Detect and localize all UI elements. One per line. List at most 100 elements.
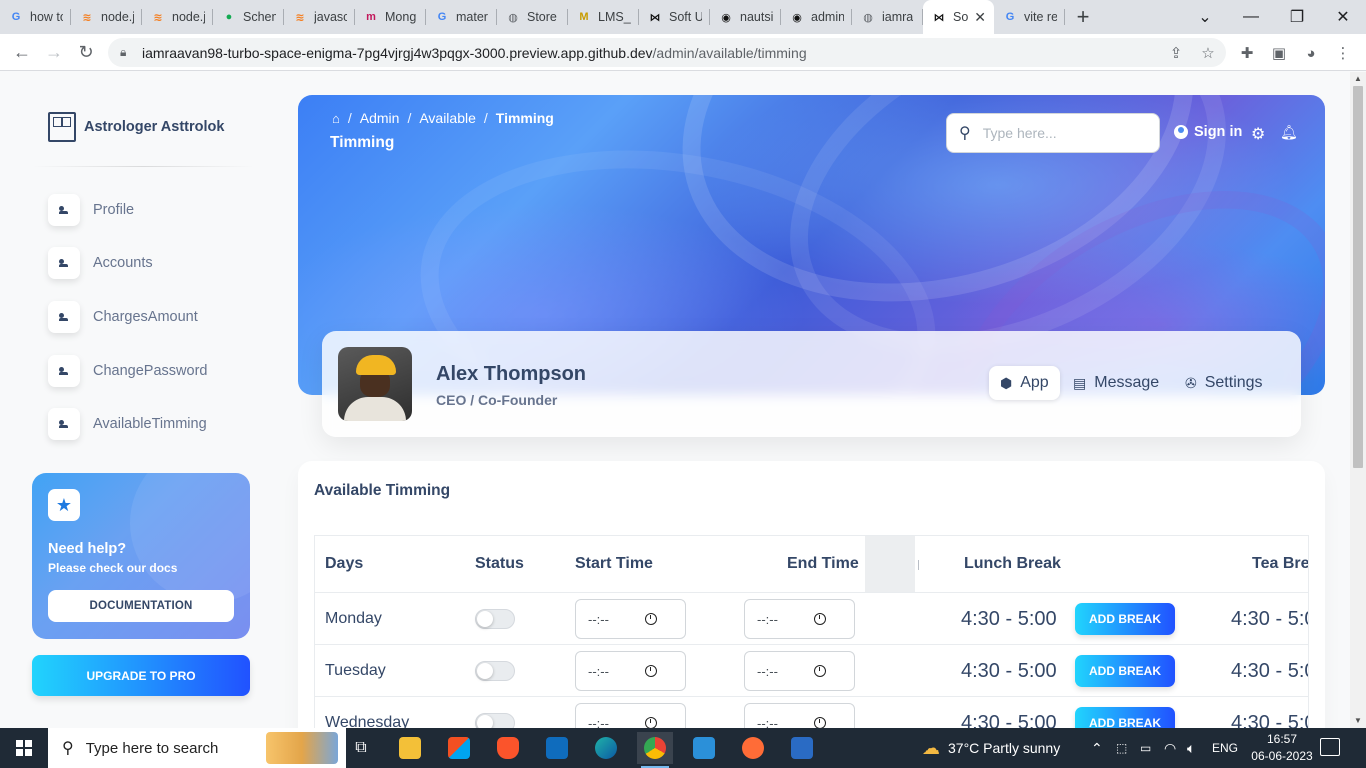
status-toggle[interactable] (475, 697, 515, 728)
sidebar-item-change-password[interactable]: ChangePassword (48, 355, 207, 387)
browser-tab[interactable]: Ghow to (0, 0, 71, 34)
help-title: Need help? (48, 541, 127, 557)
sign-in-link[interactable]: Sign in (1174, 124, 1242, 140)
new-tab-button[interactable]: + (1065, 0, 1101, 34)
close-window-button[interactable]: ✕ (1320, 0, 1366, 34)
sidebar-item-charges-amount[interactable]: ChargesAmount (48, 301, 198, 333)
status-toggle[interactable] (475, 593, 515, 645)
mail-icon[interactable] (539, 732, 575, 764)
clock-icon[interactable] (813, 717, 826, 728)
clock-icon[interactable] (813, 665, 826, 677)
forward-button[interactable]: → (38, 36, 70, 68)
taskbar-clock[interactable]: 16:57 06-06-2023 (1251, 731, 1313, 765)
breadcrumb-admin[interactable]: Admin (360, 110, 400, 126)
page-scrollbar[interactable]: ▲ ▼ (1350, 72, 1366, 728)
vscode-icon[interactable] (686, 732, 722, 764)
scroll-down-arrow-icon[interactable]: ▼ (1350, 714, 1366, 728)
clock-icon[interactable] (644, 717, 657, 728)
address-bar[interactable]: 🔒︎ iamraavan98-turbo-space-enigma-7pg4vj… (108, 38, 1226, 67)
browser-tab[interactable]: Gmater (426, 0, 497, 34)
end-time-input[interactable]: --:-- (744, 599, 855, 639)
browser-tab[interactable]: ◍ iamra (852, 0, 923, 34)
timming-card: Available Timming Days Status Start Time… (298, 461, 1325, 728)
menu-icon[interactable]: ⋮ (1330, 40, 1356, 66)
tab-settings[interactable]: ✇ Settings (1174, 366, 1274, 400)
profile-icon[interactable]: ◕ (1298, 40, 1324, 66)
reload-button[interactable]: ↻ (70, 36, 102, 68)
maximize-button[interactable]: ❐ (1274, 0, 1320, 34)
gear-icon[interactable]: ⚙ (1251, 124, 1265, 144)
postman-icon[interactable] (735, 732, 771, 764)
column-resize-handle[interactable] (918, 560, 919, 570)
search-input[interactable] (982, 125, 1143, 141)
end-time-input[interactable]: --:-- (744, 651, 855, 691)
browser-tab[interactable]: Gvite re (994, 0, 1065, 34)
browser-tab[interactable]: M LMS_ (568, 0, 639, 34)
bookmark-star-icon[interactable]: ☆ (1195, 40, 1221, 66)
search-box[interactable]: ⚲ (946, 113, 1160, 153)
notification-center-icon[interactable] (1320, 738, 1340, 756)
documentation-button[interactable]: DOCUMENTATION (48, 590, 234, 622)
clock-icon[interactable] (644, 613, 657, 625)
breadcrumb-available[interactable]: Available (419, 110, 476, 126)
photos-icon[interactable] (784, 732, 820, 764)
start-time-input[interactable]: --:-- (575, 703, 686, 728)
tab-message[interactable]: ▤ Message (1062, 366, 1170, 400)
brave-browser-icon[interactable] (490, 732, 526, 764)
browser-tab[interactable]: ◍ Store (497, 0, 568, 34)
medium-icon: m (366, 11, 376, 23)
status-toggle[interactable] (475, 645, 515, 697)
minimize-button[interactable]: — (1228, 0, 1274, 34)
start-time-input[interactable]: --:-- (575, 599, 686, 639)
back-button[interactable]: ← (6, 36, 38, 68)
task-view-icon[interactable]: ⧉ (343, 732, 379, 764)
add-break-button[interactable]: ADD BREAK (1075, 603, 1175, 635)
side-panel-icon[interactable]: ▣ (1266, 40, 1292, 66)
add-break-button[interactable]: ADD BREAK (1075, 707, 1175, 728)
meet-now-icon[interactable]: ⬚ (1116, 728, 1127, 768)
file-explorer-icon[interactable] (392, 732, 428, 764)
show-hidden-icons-icon[interactable]: ⌃ (1091, 728, 1103, 768)
upgrade-to-pro-button[interactable]: UPGRADE TO PRO (32, 655, 250, 696)
browser-tab[interactable]: ≋ javasc (284, 0, 355, 34)
scrollbar-thumb[interactable] (1353, 86, 1363, 468)
browser-tab[interactable]: m Mong (355, 0, 426, 34)
sidebar-item-available-timming[interactable]: AvailableTimming (48, 408, 207, 440)
browser-tab[interactable]: ◉ nautsi (710, 0, 781, 34)
browser-tab[interactable]: ≋ node.j (71, 0, 142, 34)
extensions-icon[interactable]: ✚ (1234, 40, 1260, 66)
clock-date: 06-06-2023 (1251, 749, 1313, 763)
bell-icon[interactable]: 🔔︎ (1280, 124, 1298, 141)
add-break-button[interactable]: ADD BREAK (1075, 655, 1175, 687)
browser-tab-active[interactable]: ⋈ So ✕ (923, 0, 994, 34)
brand[interactable]: Astrologer Asttrolok (48, 112, 224, 142)
browser-tab[interactable]: ≋ node.j (142, 0, 213, 34)
tab-search-icon[interactable]: ⌄ (1182, 0, 1228, 34)
clock-icon[interactable] (644, 665, 657, 677)
microsoft-store-icon[interactable] (441, 732, 477, 764)
brand-name: Astrologer Asttrolok (84, 119, 225, 135)
weather-widget[interactable]: ☁ 37°C Partly sunny (922, 728, 1060, 768)
edge-browser-icon[interactable] (588, 732, 624, 764)
home-icon[interactable]: ⌂ (332, 111, 340, 126)
taskbar-search[interactable]: ⚲ Type here to search (48, 728, 346, 768)
language-indicator[interactable]: ENG (1212, 728, 1238, 768)
sidebar-item-accounts[interactable]: Accounts (48, 247, 153, 279)
browser-tab[interactable]: ⋈ Soft U (639, 0, 710, 34)
volume-icon[interactable]: 🔈︎ (1187, 728, 1195, 768)
browser-tab[interactable]: ●Schem (213, 0, 284, 34)
tab-app[interactable]: ⬢ App (989, 366, 1060, 400)
start-button[interactable] (0, 728, 48, 768)
end-time-input[interactable]: --:-- (744, 703, 855, 728)
start-time-input[interactable]: --:-- (575, 651, 686, 691)
share-icon[interactable]: ⇪ (1163, 40, 1189, 66)
clock-icon[interactable] (813, 613, 826, 625)
browser-tab[interactable]: ◉ admin (781, 0, 852, 34)
scroll-up-arrow-icon[interactable]: ▲ (1350, 72, 1366, 86)
network-icon[interactable]: ▭ (1140, 728, 1151, 768)
lunch-break-value: 4:30 - 5:00 (961, 607, 1057, 630)
close-tab-icon[interactable]: ✕ (974, 9, 986, 26)
chrome-browser-icon[interactable] (637, 732, 673, 768)
wifi-icon[interactable]: ◠ (1164, 728, 1176, 768)
sidebar-item-profile[interactable]: Profile (48, 194, 134, 226)
